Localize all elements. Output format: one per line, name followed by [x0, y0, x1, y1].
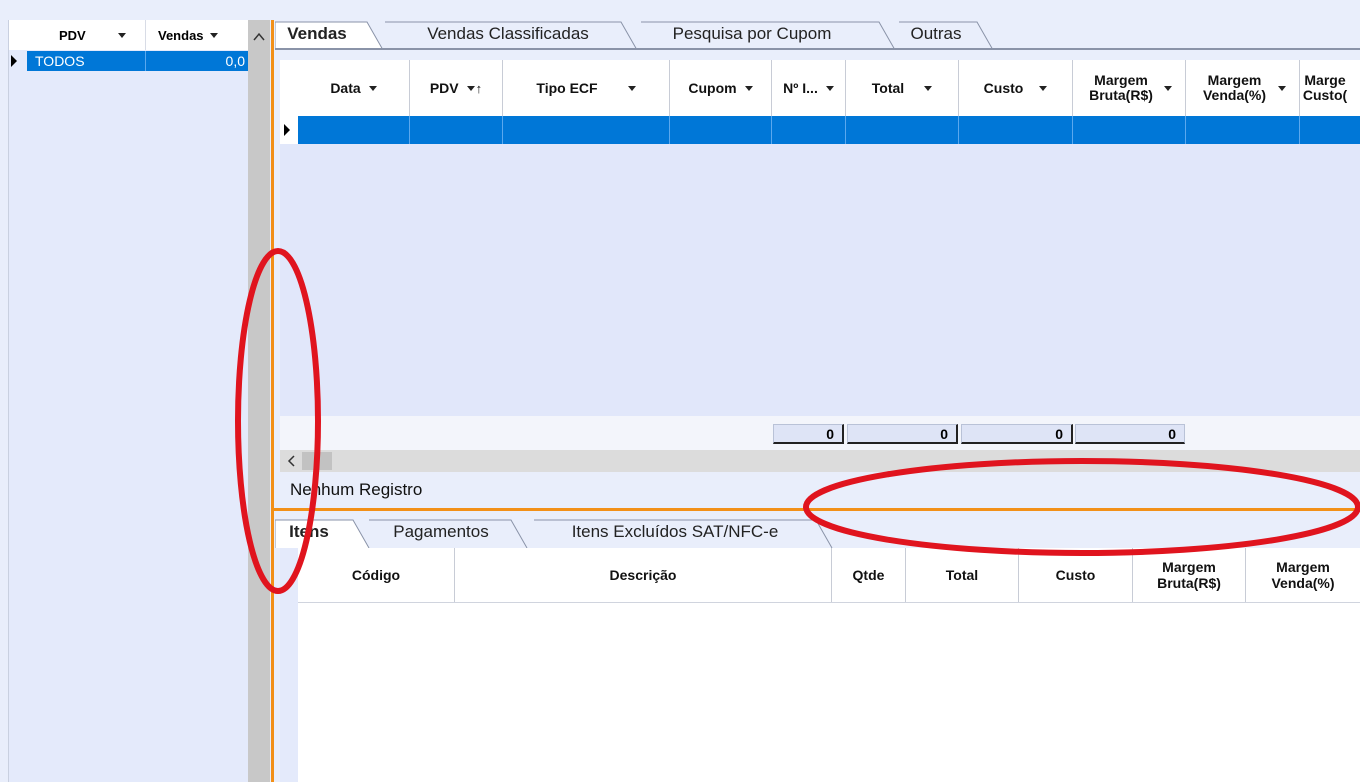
dropdown-arrow-icon[interactable]	[466, 85, 475, 91]
dropdown-arrow-icon[interactable]	[924, 85, 933, 91]
total-margem-bruta: 0	[1075, 424, 1185, 444]
tab-pagamentos-label: Pagamentos	[393, 522, 489, 541]
vendas-grid-body	[280, 144, 1360, 416]
dropdown-arrow-icon[interactable]	[209, 32, 218, 38]
tab-vendas-classificadas-label: Vendas Classificadas	[427, 24, 589, 43]
scroll-left-icon[interactable]	[282, 450, 302, 472]
dropdown-arrow-icon[interactable]	[1039, 85, 1048, 91]
tab-outras[interactable]: Outras	[895, 20, 1005, 50]
total-total: 0	[847, 424, 958, 444]
header-label: Nº I...	[783, 79, 818, 96]
splitter-bar[interactable]	[271, 20, 274, 782]
top-tab-strip: Vendas Vendas Classificadas Pesquisa por…	[275, 20, 1360, 50]
dropdown-arrow-icon[interactable]	[117, 32, 126, 38]
dropdown-arrow-icon[interactable]	[1164, 85, 1172, 91]
header-label: Margem Venda(%)	[1202, 72, 1266, 103]
tab-pagamentos[interactable]: Pagamentos	[361, 518, 533, 548]
dropdown-arrow-icon[interactable]	[368, 85, 377, 91]
cell[interactable]	[1073, 116, 1186, 144]
status-text: Nenhum Registro	[290, 480, 423, 499]
cell-pdv[interactable]: TODOS	[27, 51, 146, 71]
header-label: Data	[330, 79, 361, 96]
column-header-tipo-ecf[interactable]: Tipo ECF	[503, 60, 670, 116]
cell[interactable]	[670, 116, 772, 144]
horizontal-scrollbar[interactable]	[280, 450, 1360, 472]
dropdown-arrow-icon[interactable]	[744, 85, 753, 91]
table-row[interactable]: TODOS 0,0	[9, 51, 249, 71]
column-header-margem-custo[interactable]: Marge Custo(	[1300, 60, 1360, 116]
column-header-vendas[interactable]: Vendas	[146, 20, 249, 50]
total-custo: 0	[961, 424, 1073, 444]
column-header-margem-venda[interactable]: Margem Venda(%)	[1246, 548, 1360, 602]
cell[interactable]	[1186, 116, 1300, 144]
dropdown-arrow-icon[interactable]	[1277, 85, 1286, 91]
row-indicator-icon	[11, 55, 17, 67]
column-header-pdv[interactable]: PDV	[9, 20, 146, 50]
vertical-scrollbar[interactable]	[248, 20, 270, 782]
cell[interactable]	[772, 116, 846, 144]
scroll-up-icon[interactable]	[248, 22, 270, 52]
column-header-data[interactable]: Data	[298, 60, 410, 116]
tab-itens-excluidos[interactable]: Itens Excluídos SAT/NFC-e	[530, 518, 840, 548]
column-header-total[interactable]: Total	[846, 60, 959, 116]
column-header-qtde[interactable]: Qtde	[832, 548, 906, 602]
header-divider	[298, 602, 1360, 603]
tab-underline	[275, 48, 1360, 50]
tab-pesquisa-cupom-label: Pesquisa por Cupom	[672, 24, 832, 43]
header-label: Marge Custo(	[1302, 73, 1348, 103]
bottom-tab-strip: Itens Pagamentos Itens Excluídos SAT/NFC…	[275, 518, 1360, 548]
column-header-custo[interactable]: Custo	[1019, 548, 1133, 602]
vendas-grid-header: Data PDV ↑ Tipo ECF Cupom Nº I... Total C…	[280, 60, 1360, 116]
row-header-column	[280, 548, 298, 782]
column-header-custo[interactable]: Custo	[959, 60, 1073, 116]
column-header-cupom[interactable]: Cupom	[670, 60, 772, 116]
table-row[interactable]	[298, 116, 1360, 144]
tab-itens[interactable]: Itens	[275, 518, 375, 548]
header-label: Custo	[983, 79, 1024, 96]
row-indicator-icon	[284, 124, 290, 136]
tab-pesquisa-cupom[interactable]: Pesquisa por Cupom	[633, 20, 899, 50]
cell[interactable]	[410, 116, 503, 144]
sort-up-icon: ↑	[475, 80, 483, 96]
header-label: Margem Bruta(R$)	[1089, 72, 1153, 103]
tab-itens-label: Itens	[289, 522, 329, 541]
column-header-pdv[interactable]: PDV ↑	[410, 60, 503, 116]
total-num-itens: 0	[773, 424, 844, 444]
column-header-pdv-label: PDV	[59, 27, 86, 43]
dropdown-arrow-icon[interactable]	[627, 85, 636, 91]
row-header	[280, 116, 298, 144]
cell[interactable]	[959, 116, 1073, 144]
column-header-num-itens[interactable]: Nº I...	[772, 60, 846, 116]
tab-vendas-label: Vendas	[287, 24, 347, 43]
header-label: Cupom	[688, 79, 737, 96]
scrollbar-thumb[interactable]	[302, 452, 332, 470]
column-header-margem-bruta[interactable]: Margem Bruta(R$)	[1133, 548, 1246, 602]
column-header-descricao[interactable]: Descrição	[455, 548, 832, 602]
totals-footer: 0 0 0 0	[280, 416, 1360, 450]
header-label: Tipo ECF	[536, 79, 598, 96]
cell[interactable]	[298, 116, 410, 144]
tab-vendas[interactable]: Vendas	[275, 20, 387, 50]
column-header-total[interactable]: Total	[906, 548, 1019, 602]
tab-vendas-classificadas[interactable]: Vendas Classificadas	[375, 20, 641, 50]
header-label: Total	[871, 79, 905, 96]
dropdown-arrow-icon[interactable]	[825, 85, 834, 91]
cell-vendas[interactable]: 0,0	[146, 51, 249, 71]
itens-grid: Código Descrição Qtde Total Custo Margem…	[280, 548, 1360, 782]
column-header-margem-bruta[interactable]: Margem Bruta(R$)	[1073, 60, 1186, 116]
column-header-margem-venda[interactable]: Margem Venda(%)	[1186, 60, 1300, 116]
cell[interactable]	[503, 116, 670, 144]
column-header-vendas-label: Vendas	[158, 27, 204, 43]
pdv-summary-grid: PDV Vendas TODOS 0,0	[8, 20, 249, 782]
cell[interactable]	[846, 116, 959, 144]
tab-outras-label: Outras	[910, 24, 962, 43]
tab-itens-excluidos-label: Itens Excluídos SAT/NFC-e	[571, 522, 779, 541]
splitter-bar-horizontal[interactable]	[274, 508, 1360, 511]
column-header-codigo[interactable]: Código	[298, 548, 455, 602]
header-label: PDV	[429, 79, 459, 96]
